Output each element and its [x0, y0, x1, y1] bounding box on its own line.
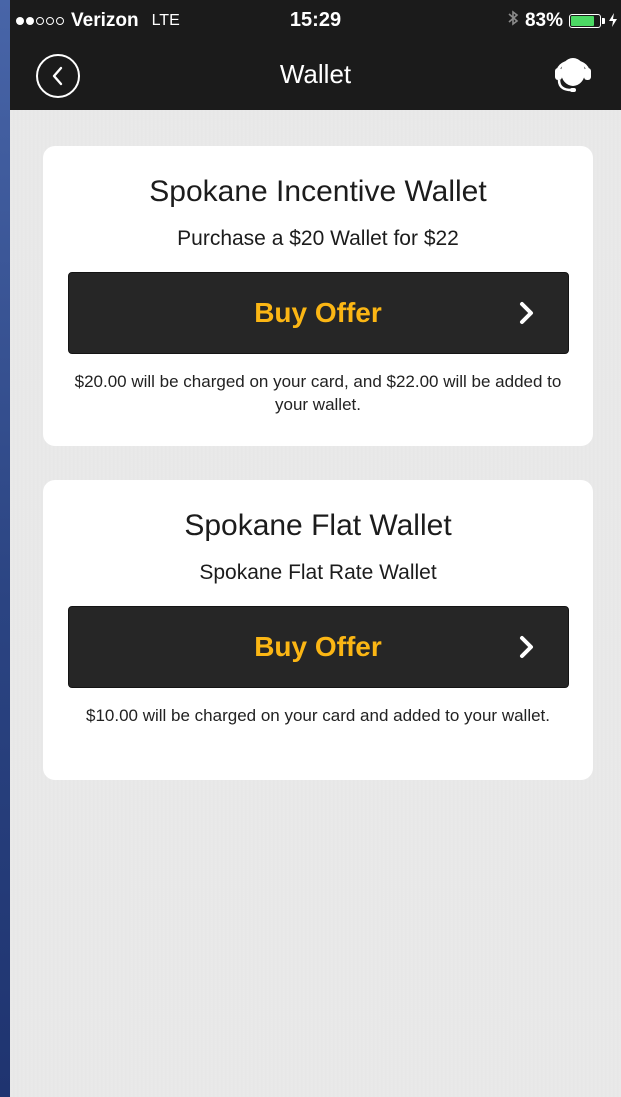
- buy-offer-button[interactable]: Buy Offer: [67, 606, 569, 688]
- offer-note: $20.00 will be charged on your card, and…: [74, 372, 562, 414]
- status-bar: Verizon LTE 15:29 83%: [10, 0, 621, 40]
- offer-card: Spokane Flat Wallet Spokane Flat Rate Wa…: [43, 480, 593, 780]
- buy-offer-label: Buy Offer: [254, 297, 382, 328]
- chevron-right-icon: [519, 302, 533, 324]
- buy-offer-label: Buy Offer: [254, 631, 382, 662]
- battery-percent: 83%: [524, 10, 563, 31]
- offer-title: Spokane Incentive Wallet: [149, 175, 487, 208]
- battery-tip: [602, 18, 605, 24]
- offer-card: Spokane Incentive Wallet Purchase a $20 …: [43, 146, 593, 446]
- offer-subtitle: Purchase a $20 Wallet for $22: [177, 227, 459, 250]
- buy-offer-button[interactable]: Buy Offer: [67, 272, 569, 354]
- battery-icon: [569, 14, 601, 28]
- support-button[interactable]: [553, 50, 593, 98]
- headset-icon: [555, 58, 591, 92]
- battery-fill: [571, 16, 595, 26]
- page-title: Wallet: [279, 59, 352, 89]
- bolt-icon: [609, 12, 617, 30]
- bluetooth-icon: [507, 9, 519, 33]
- offer-title: Spokane Flat Wallet: [184, 509, 452, 542]
- chevron-right-icon: [519, 636, 533, 658]
- background-edge: [0, 0, 10, 1097]
- offer-note: $10.00 will be charged on your card and …: [85, 706, 551, 725]
- offer-subtitle: Spokane Flat Rate Wallet: [199, 561, 437, 584]
- nav-bar: Wallet: [10, 40, 621, 110]
- status-right: 83%: [507, 9, 617, 33]
- wallet-offers-list: Spokane Incentive Wallet Purchase a $20 …: [10, 110, 621, 1097]
- phone-screen: Verizon LTE 15:29 83% Wallet Spokane Inc…: [10, 0, 621, 1097]
